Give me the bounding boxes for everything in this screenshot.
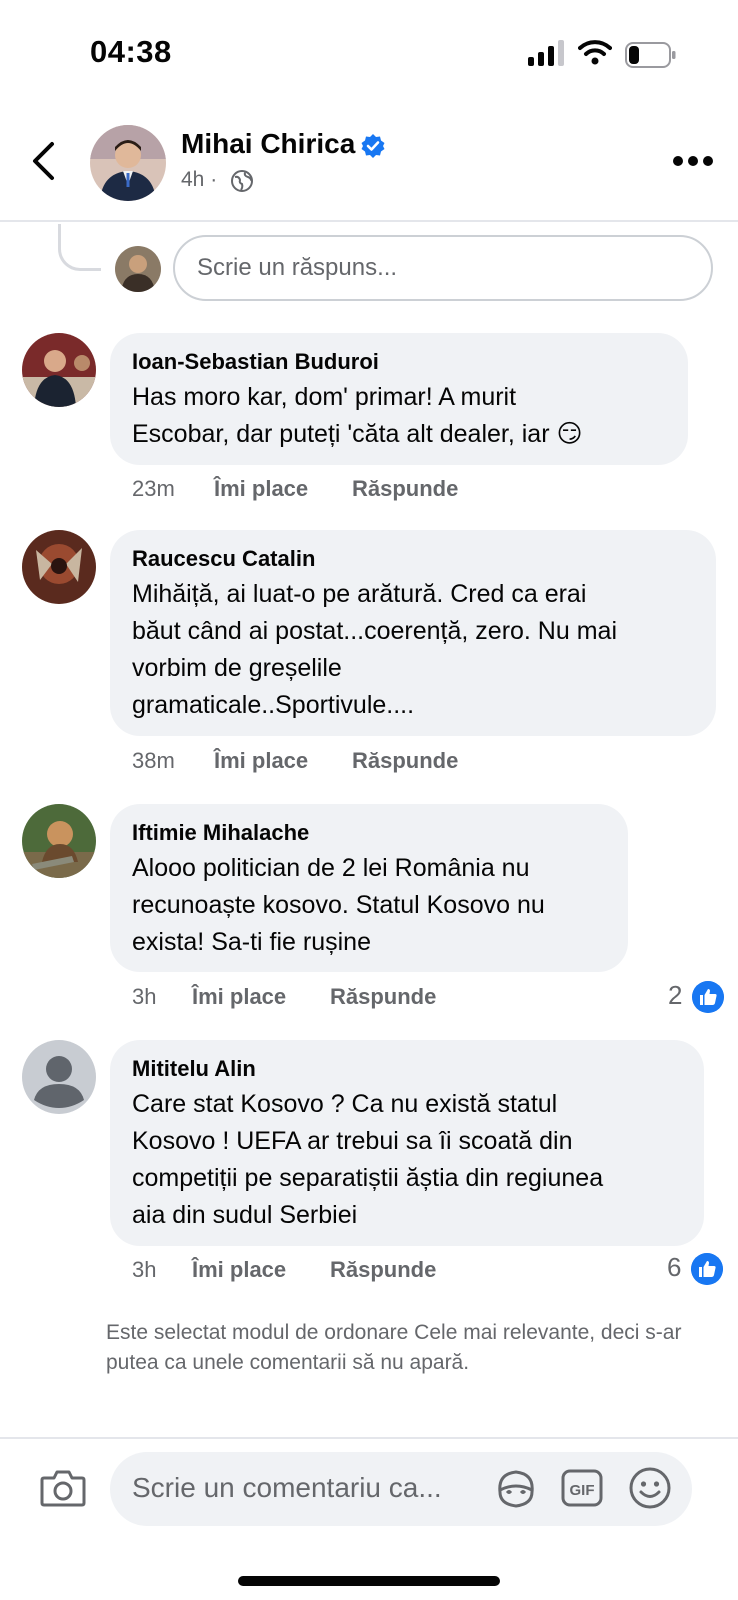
status-time: 04:38 bbox=[90, 34, 172, 69]
comment-text-line: recunoaște kosovo. Statul Kosovo nu bbox=[132, 891, 545, 919]
svg-text:GIF: GIF bbox=[570, 1482, 595, 1499]
camera-icon[interactable] bbox=[40, 1468, 86, 1508]
avatar-sticker-icon[interactable] bbox=[494, 1466, 538, 1510]
comment-text-line: Kosovo ! UEFA ar trebui sa îi scoată din bbox=[132, 1127, 573, 1155]
comment-text-line: Mihăiță, ai luat-o pe arătură. Cred ca e… bbox=[132, 580, 587, 608]
comment-text-line: băut când ai postat...coerență, zero. Nu… bbox=[132, 617, 617, 645]
back-icon[interactable] bbox=[28, 140, 58, 182]
comment-actions: 38m Îmi place Răspunde bbox=[132, 748, 532, 778]
thread-connector bbox=[58, 224, 101, 271]
comment-time: 3h bbox=[132, 984, 157, 1009]
commenter-name[interactable]: Iftimie Mihalache bbox=[132, 820, 606, 846]
comment-bubble: Ioan-Sebastian Buduroi Has moro kar, dom… bbox=[110, 333, 688, 465]
cellular-signal-icon bbox=[528, 40, 564, 66]
home-indicator[interactable] bbox=[238, 1576, 500, 1586]
like-count[interactable]: 6 bbox=[667, 1252, 723, 1286]
comment-bubble: Raucescu Catalin Mihăiță, ai luat-o pe a… bbox=[110, 530, 716, 736]
commenter-name[interactable]: Mititelu Alin bbox=[132, 1056, 682, 1082]
comment-text-line: Alooo politician de 2 lei România nu bbox=[132, 854, 530, 882]
comment-time: 23m bbox=[132, 476, 175, 501]
comment-placeholder[interactable]: Scrie un comentariu ca... bbox=[132, 1472, 442, 1504]
like-button[interactable]: Îmi place bbox=[214, 476, 308, 502]
author-avatar[interactable] bbox=[90, 125, 166, 201]
emoji-icon[interactable] bbox=[628, 1466, 672, 1510]
reply-button[interactable]: Răspunde bbox=[352, 476, 458, 502]
wifi-icon bbox=[578, 40, 612, 65]
commenter-avatar[interactable] bbox=[22, 1040, 96, 1114]
commenter-avatar[interactable] bbox=[22, 530, 96, 604]
comment-actions: 3h Îmi place Răspunde bbox=[132, 1257, 532, 1287]
commenter-avatar[interactable] bbox=[22, 333, 96, 407]
like-reaction-icon bbox=[690, 1253, 723, 1286]
comment-text-line: Escobar, dar puteți 'căta alt dealer, ia… bbox=[132, 420, 583, 448]
composer-divider bbox=[0, 1437, 738, 1439]
like-button[interactable]: Îmi place bbox=[192, 1257, 286, 1283]
gif-icon[interactable]: GIF bbox=[561, 1469, 603, 1507]
comment-time: 38m bbox=[132, 748, 175, 773]
like-count[interactable]: 2 bbox=[668, 980, 724, 1014]
comment-actions: 23m Îmi place Răspunde bbox=[132, 476, 532, 506]
comment-time: 3h bbox=[132, 1257, 157, 1282]
reply-button[interactable]: Răspunde bbox=[352, 748, 458, 774]
commenter-avatar[interactable] bbox=[22, 804, 96, 878]
battery-icon bbox=[625, 42, 676, 68]
like-reaction-icon bbox=[691, 981, 724, 1014]
comment-bubble: Mititelu Alin Care stat Kosovo ? Ca nu e… bbox=[110, 1040, 704, 1246]
comment-text-line: competiții pe separatiștii ăștia din reg… bbox=[132, 1164, 604, 1192]
header-divider bbox=[0, 220, 738, 222]
comment-bubble: Iftimie Mihalache Alooo politician de 2 … bbox=[110, 804, 628, 972]
comment-text-line: Has moro kar, dom' primar! A murit bbox=[132, 383, 517, 411]
more-options-icon[interactable] bbox=[672, 155, 714, 167]
author-name[interactable]: Mihai Chirica bbox=[181, 128, 355, 160]
verified-badge-icon bbox=[361, 134, 385, 158]
like-count-number: 6 bbox=[667, 1252, 682, 1282]
globe-icon bbox=[231, 170, 253, 192]
like-button[interactable]: Îmi place bbox=[192, 984, 286, 1010]
commenter-name[interactable]: Ioan-Sebastian Buduroi bbox=[132, 349, 666, 375]
comment-text-line: aia din sudul Serbiei bbox=[132, 1201, 358, 1229]
post-time: 4h · bbox=[181, 168, 218, 191]
comment-text-line: exista! Sa-ti fie rușine bbox=[132, 928, 371, 956]
commenter-name[interactable]: Raucescu Catalin bbox=[132, 546, 694, 572]
comment-text-line: Care stat Kosovo ? Ca nu există statul bbox=[132, 1090, 558, 1118]
current-user-avatar bbox=[115, 246, 161, 292]
reply-button[interactable]: Răspunde bbox=[330, 1257, 436, 1283]
comment-text-line: vorbim de greșelile bbox=[132, 654, 342, 682]
comment-actions: 3h Îmi place Răspunde bbox=[132, 984, 532, 1014]
like-count-number: 2 bbox=[668, 980, 683, 1010]
like-button[interactable]: Îmi place bbox=[214, 748, 308, 774]
sort-notice: Este selectat modul de ordonare Cele mai… bbox=[106, 1321, 682, 1374]
reply-button[interactable]: Răspunde bbox=[330, 984, 436, 1010]
comment-text-line: gramaticale..Sportivule.... bbox=[132, 691, 415, 719]
reply-input[interactable]: Scrie un răspuns... bbox=[173, 235, 713, 301]
